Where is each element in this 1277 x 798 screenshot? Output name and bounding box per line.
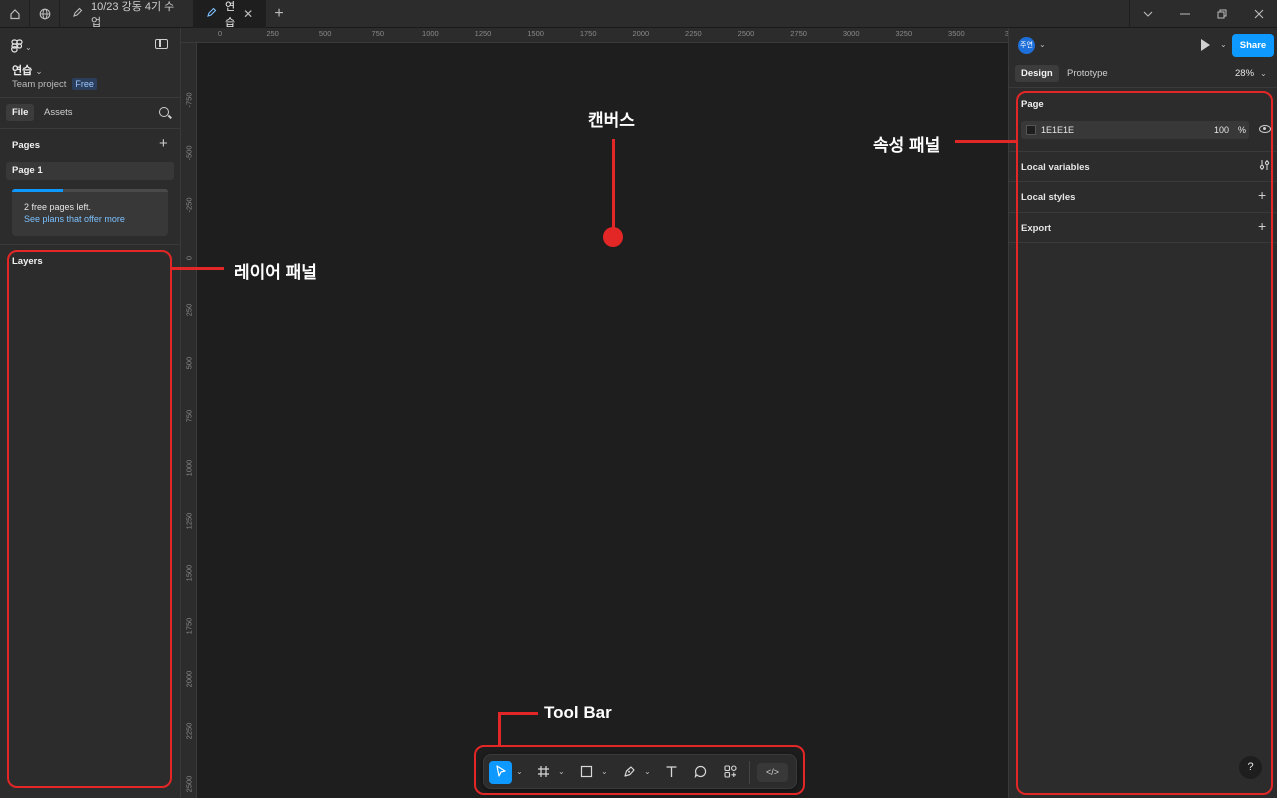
- team-label: Team project: [12, 78, 67, 90]
- close-window-icon[interactable]: [1240, 0, 1277, 28]
- ruler-tick-label: -750: [184, 92, 194, 108]
- ruler-tick-label: 2500: [737, 29, 755, 38]
- toolbar-annotation-label: Tool Bar: [544, 703, 612, 722]
- ruler-tick-label: 1250: [474, 29, 492, 38]
- ruler-tick-label: 1000: [184, 459, 194, 477]
- divider: [1009, 87, 1277, 88]
- ruler-tick-label: 2000: [184, 670, 194, 687]
- layers-annotation-line: [172, 267, 224, 270]
- chevron-down-icon[interactable]: ⌄: [1220, 40, 1227, 49]
- new-tab-plus-icon[interactable]: +: [266, 0, 292, 28]
- sidebar-toggle-icon[interactable]: [155, 39, 168, 49]
- layers-annotation-label: 레이어 패널: [234, 263, 317, 282]
- chevron-down-icon: ⌄: [1260, 69, 1267, 78]
- zoom-control[interactable]: 28% ⌄: [1235, 68, 1267, 79]
- tab-label: 10/23 강동 4기 수업: [91, 0, 175, 29]
- figma-menu-button[interactable]: ⌄: [11, 39, 32, 56]
- ruler-tick-label: 2250: [685, 29, 702, 38]
- share-button[interactable]: Share: [1232, 34, 1274, 57]
- ruler-tick-label: 1000: [422, 29, 439, 38]
- ruler-tick-label: 1500: [184, 565, 194, 582]
- page-item-page-1[interactable]: Page 1: [6, 162, 174, 180]
- ruler-tick-label: -500: [184, 145, 194, 161]
- ruler-tick-label: -250: [184, 197, 194, 213]
- avatar[interactable]: 주연: [1018, 37, 1035, 54]
- divider: [0, 244, 180, 245]
- home-icon[interactable]: [0, 0, 30, 28]
- design-file-icon: [206, 7, 217, 21]
- vertical-ruler: -750 -500 -250 0 250 500 750 1000 1250 1500 1750 20…: [181, 43, 197, 798]
- ruler-tick-label: 2500: [184, 775, 194, 793]
- ruler-tick-label: 1750: [184, 617, 194, 635]
- tab-assets[interactable]: Assets: [38, 104, 79, 121]
- ruler-tick-label: 0: [184, 255, 194, 260]
- properties-annotation-box: [1016, 91, 1273, 795]
- zoom-value: 28%: [1235, 68, 1255, 79]
- chevron-down-icon: ⌄: [25, 43, 32, 52]
- pages-usage-fill: [12, 189, 64, 192]
- ruler-tick-label: 500: [318, 29, 332, 38]
- properties-annotation-line: [955, 140, 1016, 143]
- chevron-down-icon: ⌄: [35, 66, 43, 76]
- tab-label: 연습: [225, 0, 236, 29]
- design-file-icon: [72, 7, 83, 21]
- chevron-down-icon[interactable]: [1129, 0, 1166, 28]
- ruler-tick-label: 0: [217, 29, 223, 38]
- tab-yeonseup[interactable]: 연습 ✕: [194, 0, 266, 29]
- pages-header: Pages +: [0, 129, 180, 159]
- tab-prototype[interactable]: Prototype: [1061, 65, 1114, 82]
- file-name[interactable]: 연습 ⌄: [12, 62, 43, 78]
- ruler-tick-label: 1750: [579, 29, 597, 38]
- add-page-plus-icon[interactable]: +: [159, 135, 168, 152]
- title-bar: 10/23 강동 4기 수업 연습 ✕ +: [0, 0, 1277, 29]
- toolbar-annotation-box: [474, 745, 805, 795]
- canvas-annotation-label: 캔버스: [588, 111, 635, 130]
- properties-annotation-label: 속성 패널: [873, 136, 941, 155]
- layers-annotation-box: [7, 250, 172, 788]
- ruler-tick-label: 250: [184, 304, 194, 317]
- free-pages-text: 2 free pages left.: [24, 202, 92, 212]
- canvas-annotation-dot: [603, 227, 623, 247]
- upgrade-card: 2 free pages left. See plans that offer …: [12, 189, 168, 236]
- horizontal-ruler: 0 250 500 750 1000 1250 1500 1750 2000 2250 2500 27…: [181, 28, 1013, 43]
- ruler-tick-label: 750: [184, 409, 194, 422]
- file-name-label: 연습: [12, 65, 33, 77]
- team-info: Team project Free: [12, 78, 97, 90]
- close-icon[interactable]: ✕: [243, 7, 253, 21]
- ruler-tick-label: 3250: [895, 29, 913, 38]
- play-icon[interactable]: [1201, 39, 1210, 51]
- ruler-tick-label: 3000: [842, 29, 860, 38]
- ruler-tick-label: 2750: [790, 29, 807, 38]
- figma-logo-icon: [11, 39, 23, 56]
- ruler-tick-label: 1250: [184, 512, 194, 530]
- ruler-tick-label: 2250: [184, 722, 194, 740]
- file-assets-tabs: File Assets: [0, 98, 180, 129]
- ruler-tick-label: 1500: [527, 29, 544, 38]
- canvas[interactable]: [197, 43, 1008, 798]
- globe-icon[interactable]: [30, 0, 60, 28]
- file-header: ⌄ 연습 ⌄ Team project Free: [0, 28, 180, 98]
- tab-design[interactable]: Design: [1015, 65, 1059, 82]
- window-controls: [1129, 0, 1277, 28]
- pages-usage-bar: [12, 189, 168, 192]
- ruler-tick-label: 500: [184, 356, 194, 370]
- restore-icon[interactable]: [1203, 0, 1240, 28]
- minimize-icon[interactable]: [1166, 0, 1203, 28]
- see-plans-link[interactable]: See plans that offer more: [24, 214, 125, 224]
- ruler-tick-label: 3500: [948, 29, 965, 38]
- pages-label: Pages: [12, 140, 40, 151]
- ruler-tick-label: 2000: [632, 29, 650, 38]
- toolbar-annotation-line-vertical: [498, 712, 501, 745]
- toolbar-annotation-line-horizontal: [498, 712, 538, 715]
- search-icon[interactable]: [159, 107, 169, 117]
- plan-badge: Free: [72, 78, 97, 90]
- ruler-tick-label: 750: [371, 29, 385, 38]
- ruler-tick-label: 250: [266, 29, 279, 38]
- tab-file[interactable]: File: [6, 104, 35, 121]
- tab-10-23[interactable]: 10/23 강동 4기 수업: [60, 0, 194, 29]
- canvas-annotation-line: [612, 139, 615, 231]
- figma-app: 10/23 강동 4기 수업 연습 ✕ + ⌄ 연습 ⌄ Team projec…: [0, 0, 1277, 798]
- chevron-down-icon[interactable]: ⌄: [1039, 40, 1046, 49]
